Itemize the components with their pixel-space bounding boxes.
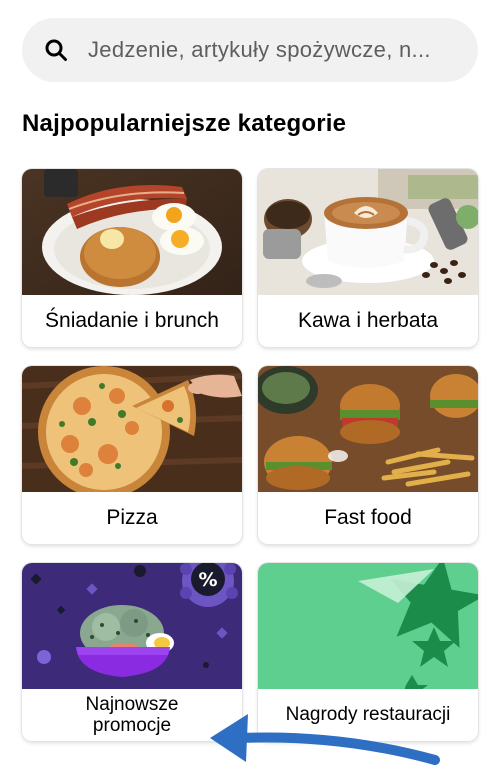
category-label: Kawa i herbata xyxy=(297,309,439,333)
category-card-promotions[interactable]: % Najnowsze promocje xyxy=(22,563,242,741)
pizza-image xyxy=(22,366,242,492)
breakfast-image xyxy=(22,169,242,295)
category-label: Pizza xyxy=(106,506,158,530)
category-label-line1: Najnowsze xyxy=(85,694,179,716)
promotions-image: % xyxy=(22,563,242,689)
search-bar[interactable] xyxy=(22,18,478,82)
percent-icon: % xyxy=(198,569,217,591)
search-input[interactable] xyxy=(86,36,460,64)
section-title: Najpopularniejsze kategorie xyxy=(22,110,347,137)
category-card-pizza[interactable]: Pizza xyxy=(22,366,242,544)
category-label: Śniadanie i brunch xyxy=(45,309,219,333)
rewards-image xyxy=(258,563,478,689)
category-card-coffee[interactable]: Kawa i herbata xyxy=(258,169,478,347)
category-card-breakfast[interactable]: Śniadanie i brunch xyxy=(22,169,242,347)
fast-food-image xyxy=(258,366,478,492)
category-card-rewards[interactable]: Nagrody restauracji xyxy=(258,563,478,741)
category-label: Najnowsze promocje xyxy=(22,689,242,741)
category-label: Fast food xyxy=(324,506,412,530)
coffee-image xyxy=(258,169,478,295)
search-icon xyxy=(45,39,67,61)
category-label-line2: promocje xyxy=(92,715,172,736)
category-label: Nagrody restauracji xyxy=(285,703,451,725)
category-card-fast-food[interactable]: Fast food xyxy=(258,366,478,544)
